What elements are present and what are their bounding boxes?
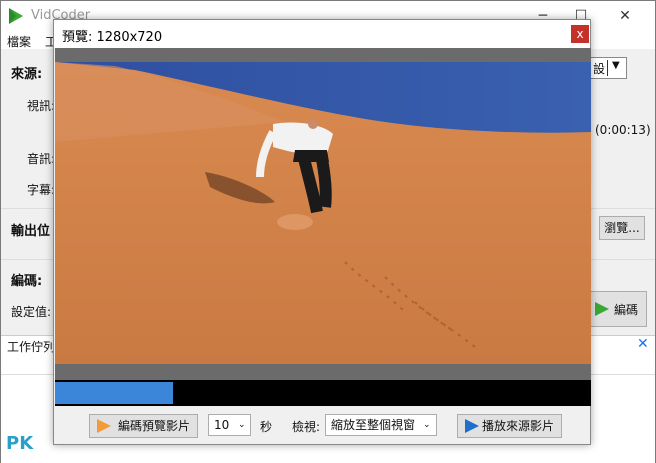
seconds-unit: 秒: [260, 420, 273, 434]
source-label: 來源:: [11, 67, 43, 82]
menu-file[interactable]: 檔案: [7, 33, 31, 50]
preview-timeline-slider[interactable]: [55, 380, 591, 406]
preview-video-area: [55, 48, 591, 380]
dropdown-divider: [607, 60, 608, 76]
encode-button[interactable]: 編碼: [589, 291, 647, 327]
slider-fill: [55, 382, 173, 404]
preview-controls: 編碼預覽影片 10 ⌄ 秒 檢視: 縮放至整個視窗 ⌄ 播放來源影片: [54, 406, 590, 444]
close-button[interactable]: ✕: [605, 3, 645, 29]
encode-preview-button[interactable]: 編碼預覽影片: [89, 414, 198, 438]
seconds-value: 10: [214, 418, 230, 432]
play-green-icon: [595, 302, 609, 316]
chevron-down-icon: ⌄: [238, 420, 246, 430]
view-mode-dropdown[interactable]: 縮放至整個視窗 ⌄: [325, 414, 437, 436]
preview-close-button[interactable]: x: [571, 25, 589, 43]
preset-dropdown[interactable]: 設 ▼: [589, 57, 627, 79]
watermark-logo: PK: [6, 433, 34, 454]
duration-text: (0:00:13): [595, 123, 651, 137]
browse-button[interactable]: 瀏覽...: [599, 216, 645, 240]
preset-dropdown-text: 設: [593, 62, 606, 76]
encode-preview-label: 編碼預覽影片: [118, 419, 191, 433]
play-source-button[interactable]: 播放來源影片: [457, 414, 562, 438]
queue-close-icon[interactable]: ✕: [637, 336, 649, 352]
encoding-label: 編碼:: [11, 274, 43, 289]
seconds-dropdown[interactable]: 10 ⌄: [208, 414, 251, 436]
subtitle-label: 字幕:: [27, 183, 56, 197]
video-label: 視訊:: [27, 99, 56, 113]
play-blue-icon: [465, 419, 479, 433]
chevron-down-icon: ⌄: [423, 420, 431, 430]
chevron-down-icon: ▼: [612, 60, 620, 71]
play-orange-icon: [97, 419, 111, 433]
encode-button-label: 編碼: [614, 303, 639, 317]
view-mode-value: 縮放至整個視窗: [331, 418, 416, 432]
preview-title: 預覽: 1280x720: [62, 30, 163, 45]
audio-label: 音訊:: [27, 152, 56, 166]
vidcoder-logo-icon: [9, 8, 23, 24]
settings-label: 設定值:: [11, 305, 52, 319]
view-label: 檢視:: [292, 420, 321, 434]
play-source-label: 播放來源影片: [482, 419, 555, 433]
queue-tab[interactable]: 工作佇列: [7, 338, 55, 355]
preview-titlebar: 預覽: 1280x720 x: [54, 20, 590, 48]
preview-frame-image: [55, 62, 591, 364]
output-label: 輸出位: [11, 224, 51, 239]
preview-window: 預覽: 1280x720 x 編碼預覽影片 10 ⌄ 秒 檢視: 縮放至整個視窗…: [53, 19, 591, 445]
